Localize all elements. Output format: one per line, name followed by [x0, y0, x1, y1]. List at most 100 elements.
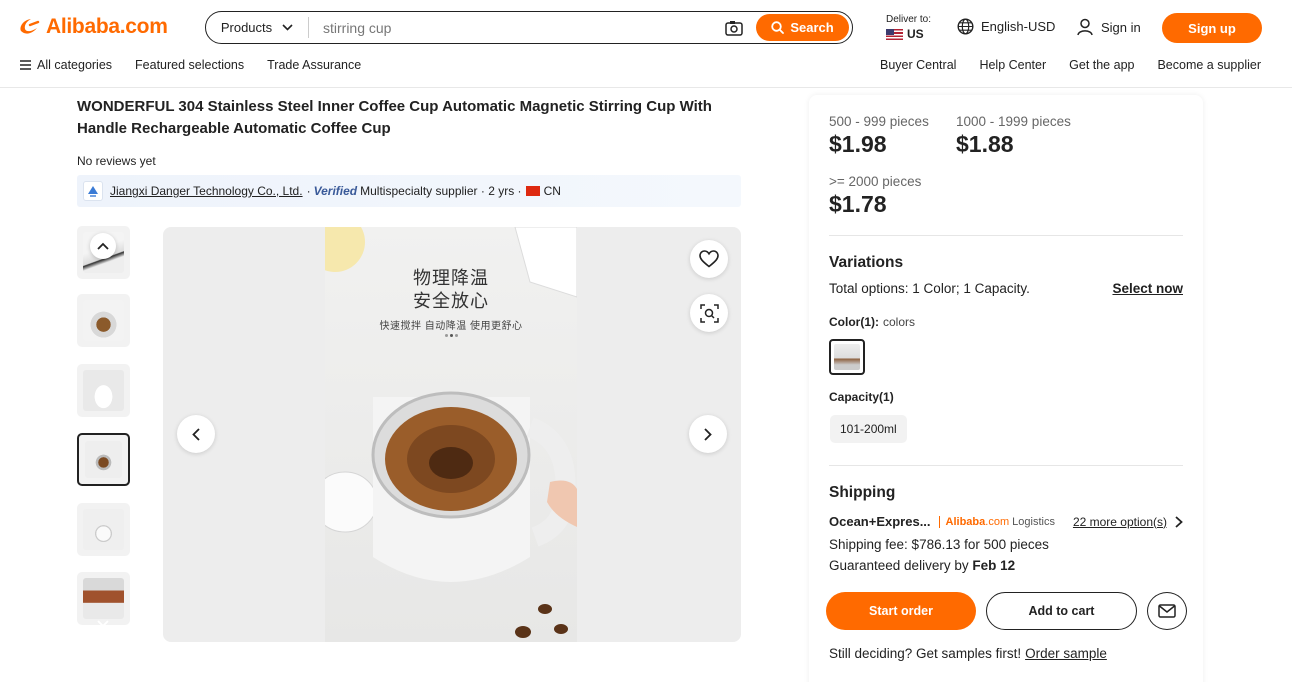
alibaba-logistics-badge: Alibaba.com Logistics — [938, 515, 1055, 528]
subnav-right: Buyer Central Help Center Get the app Be… — [857, 58, 1261, 72]
price-tier-1: 500 - 999 pieces $1.98 — [829, 114, 929, 158]
thumbnail-image — [83, 370, 124, 411]
shipping-method: Ocean+Expres... — [829, 514, 931, 529]
price-tier-price: $1.78 — [829, 191, 887, 217]
swatch-image — [834, 344, 860, 370]
supplier-type: Multispecialty supplier — [360, 184, 478, 198]
thumbnail-5[interactable] — [77, 503, 130, 556]
sign-in-link[interactable]: Sign in — [1077, 18, 1141, 36]
chevron-down-icon — [282, 24, 293, 31]
separator-dot: · — [477, 184, 489, 198]
add-to-cart-button[interactable]: Add to cart — [986, 592, 1137, 630]
supplier-country: CN — [543, 184, 561, 198]
start-order-button[interactable]: Start order — [826, 592, 976, 630]
supplier-name-link[interactable]: Jiangxi Danger Technology Co., Ltd. — [110, 184, 303, 198]
thumbnail-2[interactable] — [77, 294, 130, 347]
price-tier-range: 1000 - 1999 pieces — [956, 114, 1071, 129]
heart-icon — [699, 250, 719, 268]
alibaba-logo[interactable]: Alibaba.com — [18, 14, 168, 40]
samples-row: Still deciding? Get samples first! Order … — [829, 646, 1107, 661]
thumbnail-4-active[interactable] — [77, 433, 130, 486]
deliver-label: Deliver to: — [886, 14, 932, 25]
select-now-link[interactable]: Select now — [1112, 281, 1183, 296]
logistics-brand: Alibaba — [945, 515, 986, 528]
language-selector[interactable]: English-USD — [957, 18, 1055, 35]
main-product-gallery[interactable]: 物理降温 安全放心 快速搅拌 自动降温 使用更舒心 — [163, 227, 741, 642]
alibaba-logo-icon — [20, 19, 40, 34]
search-input[interactable] — [309, 19, 724, 36]
price-tier-range: 500 - 999 pieces — [829, 114, 929, 129]
color-label-text: Color(1): — [829, 315, 879, 329]
chevron-down-icon — [97, 620, 109, 628]
favorite-button[interactable] — [690, 240, 728, 278]
user-icon — [1077, 18, 1093, 36]
search-category-select[interactable]: Products — [206, 17, 309, 38]
image-search-icon — [699, 303, 719, 323]
price-tier-range: >= 2000 pieces — [829, 174, 922, 189]
image-caption-line1: 物理降温 — [413, 268, 489, 288]
variations-total: Total options: 1 Color; 1 Capacity. — [829, 281, 1030, 296]
top-header: Alibaba.com Products Search Deliver to: … — [0, 0, 1292, 88]
reviews-status: No reviews yet — [77, 154, 156, 168]
verified-badge: Verified — [313, 184, 358, 198]
separator-dot: · — [306, 184, 311, 198]
help-center-link[interactable]: Help Center — [979, 58, 1046, 72]
all-categories-menu[interactable]: All categories — [20, 58, 112, 72]
logistics-suffix: Logistics — [1012, 515, 1055, 528]
visual-search-button[interactable] — [690, 294, 728, 332]
search-button[interactable]: Search — [756, 14, 849, 41]
all-categories-label: All categories — [37, 58, 113, 72]
deliver-country: US — [907, 27, 924, 41]
shipping-method-row: Ocean+Expres... Alibaba.com Logistics 22… — [829, 514, 1183, 529]
deliver-to[interactable]: Deliver to: US — [886, 14, 931, 40]
become-supplier-link[interactable]: Become a supplier — [1157, 58, 1261, 72]
supplier-logo-icon — [83, 181, 103, 201]
color-value: colors — [883, 315, 916, 329]
get-app-link[interactable]: Get the app — [1069, 58, 1134, 72]
sign-up-button[interactable]: Sign up — [1162, 13, 1262, 43]
us-flag-icon — [886, 28, 903, 40]
shipping-fee: Shipping fee: $786.13 for 500 pieces — [829, 537, 1049, 552]
thumbnail-3[interactable] — [77, 364, 130, 417]
price-tier-price: $1.98 — [829, 131, 887, 157]
trade-assurance-link[interactable]: Trade Assurance — [267, 58, 361, 72]
image-caption-heading: 物理降温 安全放心 — [325, 267, 577, 313]
camera-search-icon[interactable] — [724, 18, 744, 38]
price-tier-2: 1000 - 1999 pieces $1.88 — [956, 114, 1071, 158]
order-sample-link[interactable]: Order sample — [1025, 646, 1107, 661]
image-caption-line2: 安全放心 — [413, 291, 489, 311]
color-swatch-option[interactable] — [829, 339, 865, 375]
thumbnail-image — [83, 300, 124, 341]
contact-supplier-button[interactable] — [1147, 592, 1187, 630]
buyer-central-link[interactable]: Buyer Central — [880, 58, 956, 72]
supplier-years: 2 yrs — [488, 184, 515, 198]
product-main-image: 物理降温 安全放心 快速搅拌 自动降温 使用更舒心 — [325, 227, 577, 642]
mail-icon — [1158, 604, 1176, 618]
shipping-heading: Shipping — [829, 484, 896, 501]
variations-heading: Variations — [829, 254, 904, 271]
cn-flag-icon — [525, 186, 540, 196]
capacity-option-chip[interactable]: 101-200ml — [830, 415, 907, 443]
capacity-label: Capacity(1) — [829, 390, 894, 404]
subnav-left: All categories Featured selections Trade… — [20, 58, 384, 72]
more-shipping-options-link[interactable]: 22 more option(s) — [1073, 515, 1167, 529]
separator-dot: · — [514, 184, 522, 198]
gallery-next-button[interactable] — [689, 415, 727, 453]
search-button-label: Search — [790, 20, 834, 35]
guaranteed-prefix: Guaranteed delivery by — [829, 558, 969, 573]
thumbnail-scroll-down-button[interactable] — [90, 611, 116, 637]
image-dots — [445, 334, 458, 337]
gallery-prev-button[interactable] — [177, 415, 215, 453]
chevron-right-icon — [704, 427, 712, 441]
product-title: WONDERFUL 304 Stainless Steel Inner Coff… — [77, 98, 712, 137]
image-caption-sub: 快速搅拌 自动降温 使用更舒心 — [379, 321, 523, 332]
thumbnail-scroll-up-button[interactable] — [90, 233, 116, 259]
divider — [829, 235, 1183, 236]
thumbnail-image — [85, 441, 122, 478]
logo-text: Alibaba.com — [46, 15, 168, 38]
search-category-label: Products — [220, 20, 273, 35]
order-panel: 500 - 999 pieces $1.98 1000 - 1999 piece… — [809, 95, 1203, 682]
featured-selections-link[interactable]: Featured selections — [135, 58, 244, 72]
price-tier-3: >= 2000 pieces $1.78 — [829, 174, 921, 218]
chevron-right-icon[interactable] — [1175, 515, 1183, 528]
